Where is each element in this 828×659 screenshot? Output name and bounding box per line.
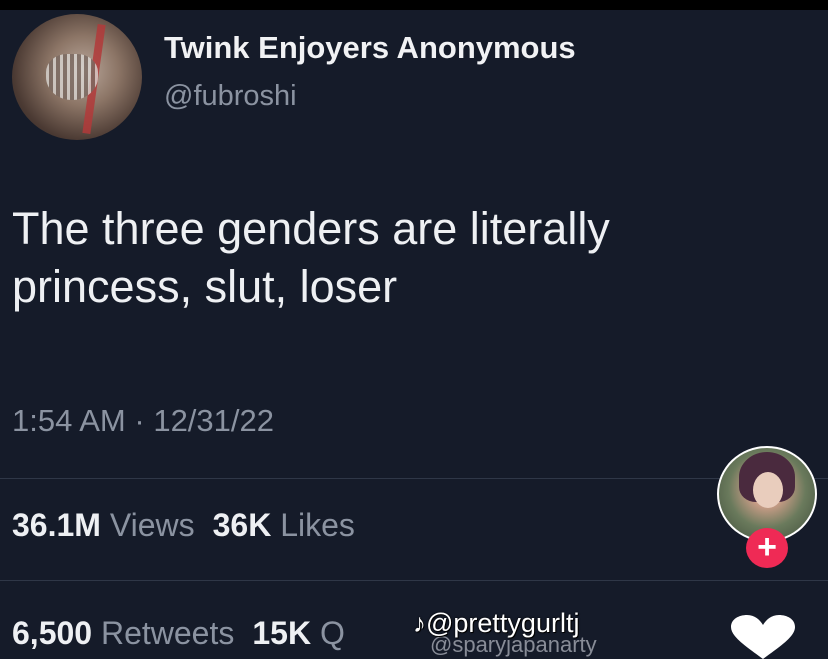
- retweets-count: 6,500: [12, 615, 93, 651]
- heart-icon[interactable]: [727, 615, 799, 659]
- quotes-count: 15K: [252, 615, 312, 651]
- author-handle[interactable]: @fubroshi: [164, 80, 297, 113]
- retweets-stat[interactable]: 6,500 Retweets: [12, 615, 234, 651]
- tiktok-watermark: ♪@prettygurltj: [413, 608, 579, 639]
- likes-stat[interactable]: 36K Likes: [213, 507, 355, 543]
- quotes-stat[interactable]: 15K Q: [252, 615, 344, 651]
- engagement-stats-secondary: 6,500 Retweets 15K Q: [12, 615, 345, 652]
- quotes-label: Q: [319, 615, 345, 651]
- likes-label: Likes: [280, 507, 355, 543]
- engagement-stats: 36.1M Views 36K Likes: [12, 507, 355, 544]
- avatar-face: [753, 472, 783, 508]
- avatar-mask: [46, 54, 98, 100]
- tweet-line-1: The three genders are literally: [12, 203, 610, 254]
- views-label: Views: [109, 507, 195, 543]
- views-count: 36.1M: [12, 507, 101, 543]
- tweet-text: The three genders are literally princess…: [12, 200, 772, 316]
- meta-separator: ·: [134, 403, 145, 438]
- follow-button[interactable]: +: [746, 528, 788, 568]
- author-display-name[interactable]: Twink Enjoyers Anonymous: [164, 30, 576, 66]
- author-avatar[interactable]: [12, 14, 142, 140]
- watermark-username: @prettygurltj: [426, 608, 580, 638]
- views-stat[interactable]: 36.1M Views: [12, 507, 195, 543]
- tweet-line-2: princess, slut, loser: [12, 261, 398, 312]
- tweet-time: 1:54 AM: [12, 403, 126, 438]
- retweets-label: Retweets: [100, 615, 235, 651]
- tiktok-logo-icon: ♪: [413, 608, 426, 638]
- tweet-timestamp[interactable]: 1:54 AM · 12/31/22: [12, 403, 274, 439]
- divider: [0, 580, 828, 581]
- tweet-date: 12/31/22: [153, 403, 274, 438]
- divider: [0, 478, 828, 479]
- likes-count: 36K: [212, 507, 272, 543]
- top-bar: [0, 0, 828, 10]
